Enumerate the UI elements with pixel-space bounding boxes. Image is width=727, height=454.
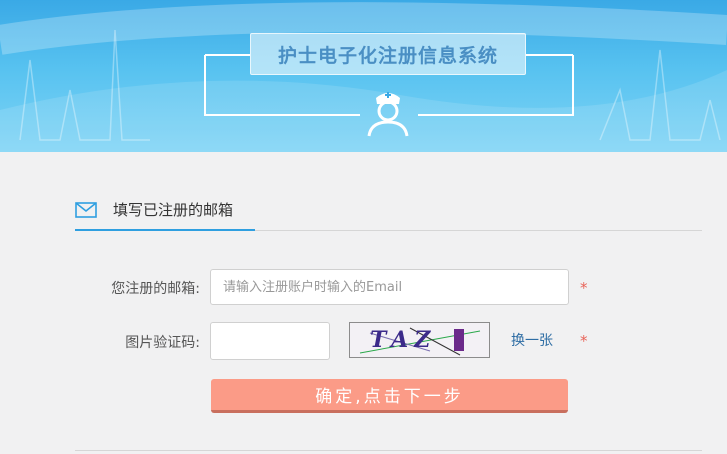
nurse-icon (367, 92, 409, 137)
email-input[interactable] (210, 269, 569, 305)
captcha-image[interactable]: TAZ (349, 322, 490, 358)
email-required-mark: * (580, 279, 588, 297)
captcha-input[interactable] (210, 322, 330, 360)
section-header: 填写已注册的邮箱 (75, 196, 255, 230)
section-title: 填写已注册的邮箱 (113, 201, 234, 219)
mail-icon (75, 202, 97, 218)
captcha-text: TAZ (370, 327, 437, 353)
system-title-box: 护士电子化注册信息系统 (250, 33, 526, 75)
submit-button[interactable]: 确定,点击下一步 (211, 379, 568, 413)
system-title: 护士电子化注册信息系统 (277, 44, 498, 67)
section-title-underline (75, 229, 255, 231)
captcha-required-mark: * (580, 332, 588, 350)
header-banner: 护士电子化注册信息系统 (0, 0, 727, 152)
captcha-label: 图片验证码: (125, 335, 200, 351)
email-label: 您注册的邮箱: (111, 281, 200, 297)
refresh-captcha-link[interactable]: 换一张 (511, 330, 553, 350)
bottom-divider (75, 450, 702, 451)
